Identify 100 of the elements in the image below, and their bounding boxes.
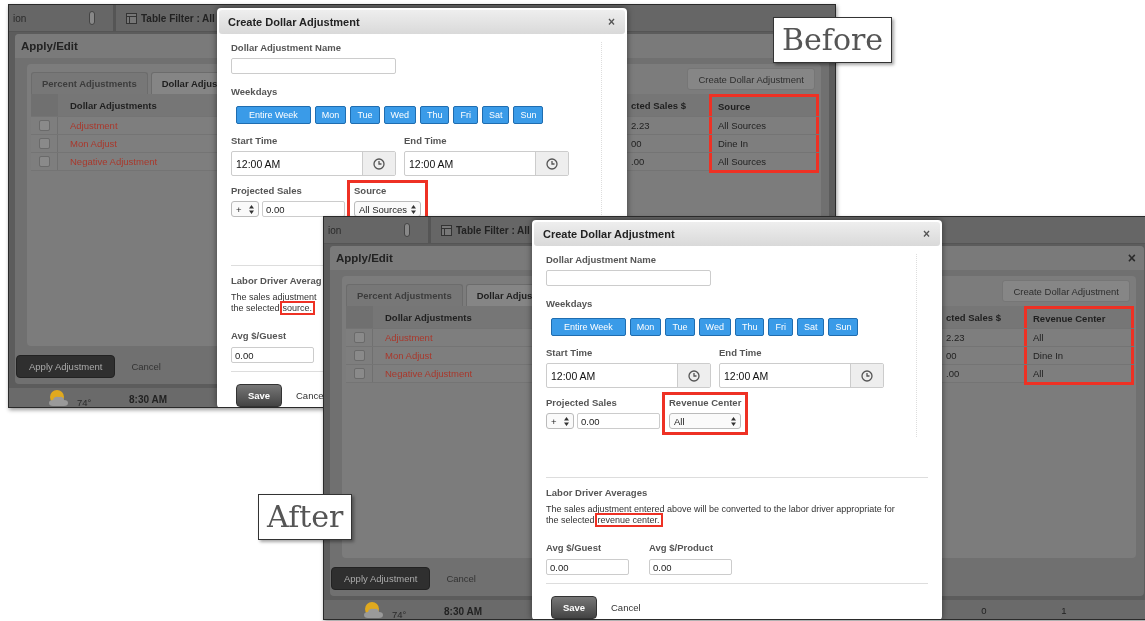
weekday-toggle[interactable]: Sat bbox=[796, 318, 825, 336]
sign-select[interactable]: + bbox=[231, 201, 259, 217]
note-text: the selected bbox=[231, 303, 280, 313]
table-cell: All Sources bbox=[709, 117, 819, 134]
panel-title: Apply/Edit bbox=[21, 40, 78, 52]
cancel-link[interactable]: Cancel bbox=[131, 361, 161, 372]
weekday-toggle[interactable]: Sat bbox=[481, 106, 510, 124]
table-cell[interactable]: Negative Adjustment bbox=[58, 153, 208, 170]
average-input-field[interactable]: 0.00 bbox=[231, 347, 314, 363]
weekday-toggle[interactable]: Fri bbox=[453, 106, 478, 124]
note-text: the selected bbox=[546, 515, 595, 525]
time-text: 8:30 AM bbox=[129, 394, 167, 405]
close-button[interactable]: × bbox=[608, 15, 615, 29]
name-input-field[interactable] bbox=[231, 58, 396, 74]
weekday-toggle[interactable]: Sun bbox=[513, 106, 544, 124]
end-time-field[interactable]: 12:00 AM bbox=[719, 363, 884, 388]
note-text: The sales adjustment entered above will be converted to the labor driver appropriate for bbox=[546, 504, 895, 515]
weekday-toggle[interactable]: Tue bbox=[665, 318, 695, 336]
weekday-toggle[interactable]: Fri bbox=[768, 318, 793, 336]
table-icon bbox=[126, 12, 137, 24]
field-label: End Time bbox=[404, 135, 448, 147]
field-label: Start Time bbox=[231, 135, 279, 147]
checkbox[interactable] bbox=[38, 120, 50, 131]
updown-icon bbox=[731, 416, 737, 426]
pill-icon bbox=[404, 223, 410, 237]
weekday-toggle[interactable]: Tue bbox=[350, 106, 380, 124]
sales-input-field[interactable]: 0.00 bbox=[577, 413, 660, 429]
close-button[interactable]: × bbox=[1127, 250, 1136, 266]
close-button[interactable]: × bbox=[923, 227, 930, 241]
name-input-field[interactable] bbox=[546, 270, 711, 286]
table-filter-label[interactable]: Table Filter : All bbox=[456, 224, 530, 236]
weekday-toggle[interactable]: Sun bbox=[828, 318, 859, 336]
start-time-field[interactable]: 12:00 AM bbox=[231, 151, 396, 176]
weekday-toggle[interactable]: Thu bbox=[419, 106, 450, 124]
field-label: Dollar Adjustment Name bbox=[546, 254, 657, 266]
updown-icon bbox=[249, 204, 254, 214]
section-title: Labor Driver Averages bbox=[546, 487, 649, 499]
field-label: Avg $/Guest bbox=[231, 330, 288, 342]
save-button[interactable]: Save bbox=[236, 384, 282, 407]
cancel-link[interactable]: Cance bbox=[296, 390, 324, 401]
weekday-toggle[interactable]: Mon bbox=[629, 318, 662, 336]
checkbox[interactable] bbox=[38, 138, 50, 149]
column-header: Dollar Adjustments bbox=[384, 310, 473, 325]
column-header: Dollar Adjustments bbox=[69, 98, 158, 113]
weekday-toggle[interactable]: Entire Week bbox=[236, 106, 311, 124]
highlighted-text: source. bbox=[279, 301, 316, 315]
table-cell: All bbox=[1024, 329, 1134, 346]
caption-label: After bbox=[258, 494, 353, 540]
filter-select[interactable]: All bbox=[669, 413, 742, 429]
apply-adjustment-button[interactable]: Apply Adjustment bbox=[331, 567, 431, 590]
cancel-link[interactable]: Cancel bbox=[611, 602, 641, 613]
dialog-title: Create Dollar Adjustment bbox=[228, 16, 360, 28]
count-text: 1 bbox=[1061, 604, 1067, 616]
tab[interactable]: Percent Adjustments bbox=[31, 72, 148, 94]
table-cell-text: 00 bbox=[630, 137, 643, 151]
updown-icon bbox=[411, 204, 417, 214]
dialog-title: Create Dollar Adjustment bbox=[543, 228, 675, 240]
table-cell[interactable]: Mon Adjust bbox=[373, 347, 523, 364]
create-adjustment-button[interactable]: Create Dollar Adjustment bbox=[687, 68, 815, 90]
sign-select[interactable]: + bbox=[546, 413, 574, 429]
create-adjustment-button[interactable]: Create Dollar Adjustment bbox=[1002, 280, 1130, 302]
table-filter-label[interactable]: Table Filter : All bbox=[141, 12, 215, 24]
column-header: Revenue Center bbox=[1024, 306, 1134, 328]
pill-icon bbox=[89, 11, 95, 25]
table-cell[interactable]: Negative Adjustment bbox=[373, 365, 523, 382]
section-title: Labor Driver Averag bbox=[231, 275, 323, 287]
table-cell[interactable]: Mon Adjust bbox=[58, 135, 208, 152]
save-button[interactable]: Save bbox=[551, 596, 597, 619]
table-icon bbox=[441, 224, 452, 236]
field-label: Projected Sales bbox=[231, 185, 303, 197]
field-label: Start Time bbox=[546, 347, 594, 359]
checkbox[interactable] bbox=[353, 332, 365, 343]
table-cell[interactable]: Adjustment bbox=[58, 117, 208, 134]
weekday-toggle[interactable]: Wed bbox=[698, 318, 731, 336]
start-time-field[interactable]: 12:00 AM bbox=[546, 363, 711, 388]
tab[interactable]: Percent Adjustments bbox=[346, 284, 463, 306]
average-input-field[interactable]: 0.00 bbox=[546, 559, 629, 575]
filter-select[interactable]: All Sources bbox=[354, 201, 422, 217]
table-cell-text: 2.23 bbox=[945, 331, 966, 345]
caption-label: Before bbox=[773, 17, 893, 63]
weekday-toggle[interactable]: Thu bbox=[734, 318, 765, 336]
table-cell: All Sources bbox=[709, 153, 819, 173]
field-label: Avg $/Guest bbox=[546, 542, 603, 554]
weekday-toggle[interactable]: Entire Week bbox=[551, 318, 626, 336]
checkbox[interactable] bbox=[353, 368, 365, 379]
cancel-link[interactable]: Cancel bbox=[446, 573, 476, 584]
end-time-field[interactable]: 12:00 AM bbox=[404, 151, 569, 176]
table-cell: Dine In bbox=[709, 135, 819, 152]
checkbox[interactable] bbox=[38, 156, 50, 167]
checkbox[interactable] bbox=[353, 350, 365, 361]
weekday-toggle[interactable]: Mon bbox=[314, 106, 347, 124]
field-label: Weekdays bbox=[231, 86, 279, 98]
temperature-text: 74° bbox=[77, 397, 92, 407]
table-cell[interactable]: Adjustment bbox=[373, 329, 523, 346]
time-text: 8:30 AM bbox=[444, 606, 482, 617]
count-text: 0 bbox=[981, 604, 987, 616]
average-input-field[interactable]: 0.00 bbox=[649, 559, 732, 575]
field-label: Dollar Adjustment Name bbox=[231, 42, 342, 54]
weekday-toggle[interactable]: Wed bbox=[383, 106, 416, 124]
apply-adjustment-button[interactable]: Apply Adjustment bbox=[16, 355, 116, 378]
